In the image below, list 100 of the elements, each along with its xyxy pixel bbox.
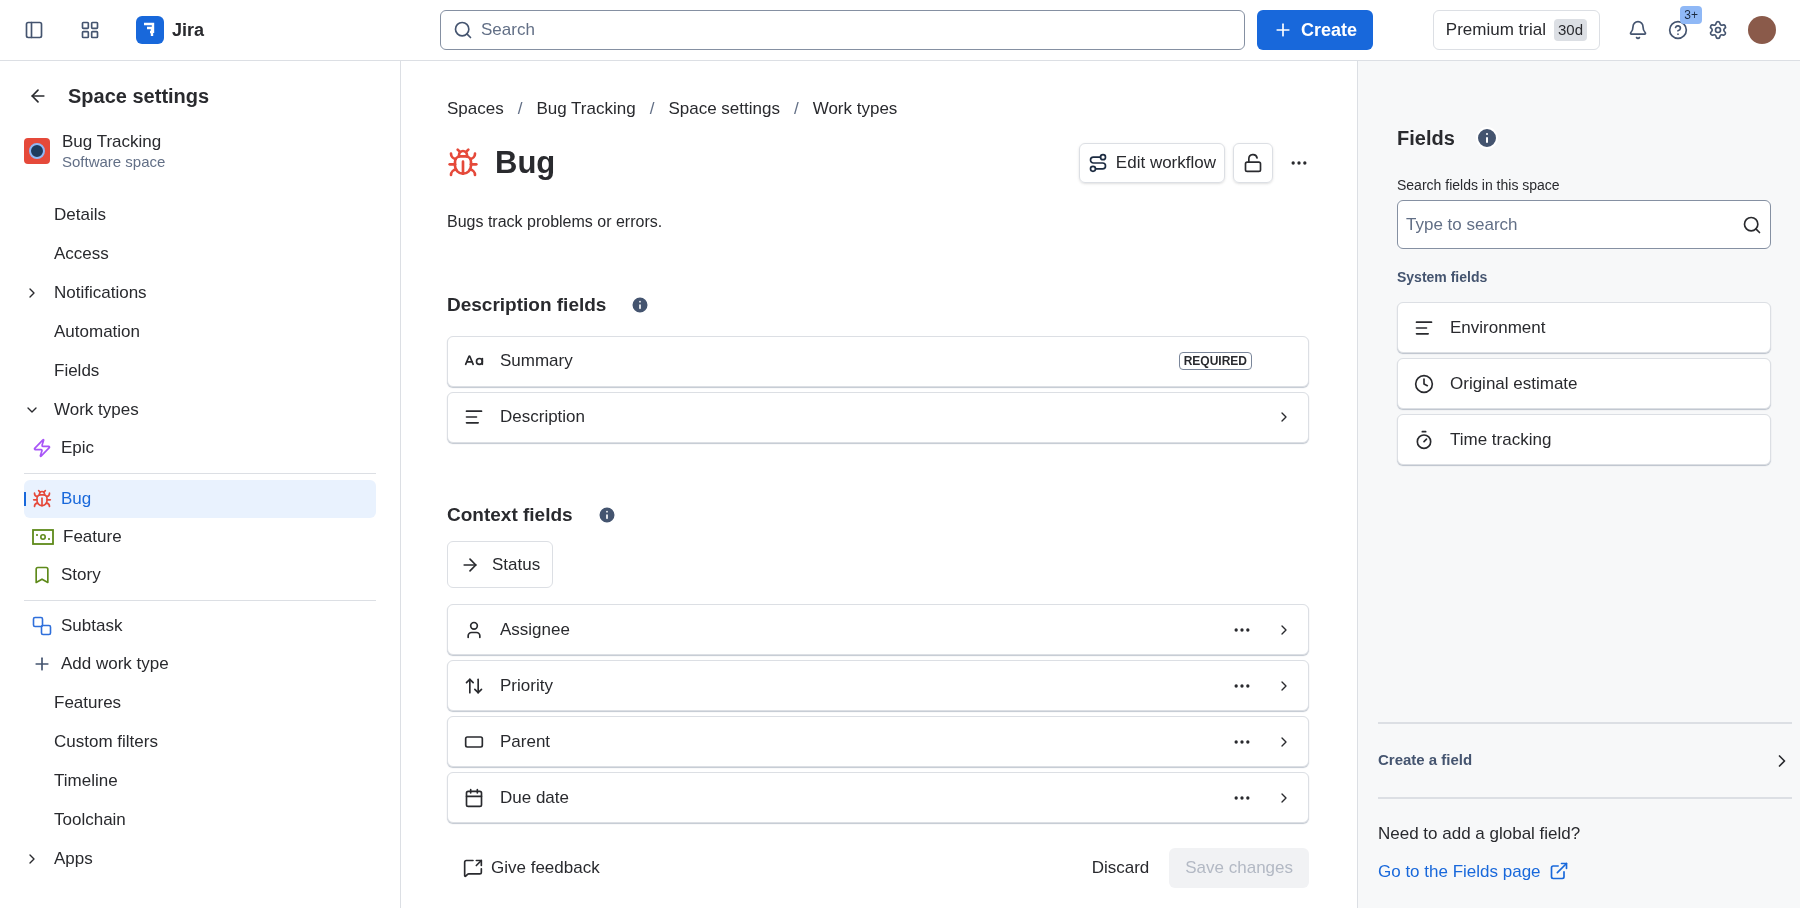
search-bar[interactable]: Search [440, 10, 1245, 50]
nav-item[interactable]: Apps [24, 839, 376, 878]
nav-item[interactable]: Toolchain [24, 800, 376, 839]
field-label: Summary [500, 350, 573, 373]
field-label: Description [500, 406, 586, 429]
create-field-row[interactable]: Create a field [1378, 724, 1792, 797]
section-heading: Context fields [447, 502, 573, 527]
nav-item[interactable]: Features [24, 683, 376, 722]
breadcrumb-link[interactable]: Space settings [668, 96, 780, 122]
breadcrumb-separator: / [649, 98, 655, 120]
avatar[interactable] [1748, 16, 1776, 44]
search-icon [453, 20, 473, 40]
nav-item[interactable]: Automation [24, 312, 376, 351]
search-field[interactable]: Search [481, 17, 1232, 43]
info-icon[interactable] [596, 504, 617, 525]
info-icon[interactable] [1474, 126, 1499, 150]
info-icon[interactable] [630, 295, 651, 316]
work-type-item[interactable]: Bug [24, 480, 376, 518]
field-label: Assignee [500, 618, 570, 641]
field-label: Environment [1450, 316, 1546, 339]
field-label: Due date [500, 786, 569, 809]
breadcrumb-link[interactable]: Work types [812, 96, 898, 122]
feedback-icon[interactable] [463, 858, 483, 878]
help-icon[interactable] [1668, 20, 1688, 40]
breadcrumb-separator: / [793, 98, 799, 120]
status-chip[interactable]: Status [447, 541, 554, 588]
space-logo [24, 138, 50, 164]
work-type-label: Feature [63, 526, 122, 549]
help-badge: 3+ [1680, 6, 1702, 24]
unlocked-padlock-icon [1243, 152, 1263, 173]
search-label: Search fields in this space [1397, 176, 1561, 195]
person-icon [464, 619, 484, 640]
calendar-icon [464, 787, 484, 808]
create-field-label: Create a field [1378, 750, 1473, 771]
product-name[interactable]: Jira [172, 16, 205, 44]
field-search-text-input[interactable]: Type to search [1406, 211, 1742, 238]
nav-item[interactable]: Custom filters [24, 722, 376, 761]
field-label: Time tracking [1450, 428, 1552, 451]
section-heading: Description fields [447, 293, 607, 317]
fields-page-link[interactable]: Go to the Fields page [1378, 858, 1541, 884]
system-field-item[interactable]: Time tracking [1397, 414, 1771, 465]
external-link-icon[interactable] [1548, 861, 1569, 882]
field-label: Original estimate [1450, 372, 1578, 395]
work-type-label: Bug [61, 488, 92, 511]
field-row[interactable]: Description [447, 391, 1309, 443]
premium-trial-button[interactable]: Premium trial 30d [1432, 10, 1600, 50]
sidebar-title: Space settings [68, 84, 210, 109]
field-row[interactable]: Assignee [447, 604, 1309, 655]
field-row[interactable]: Priority [447, 660, 1309, 711]
work-type-item[interactable]: Epic [24, 429, 376, 467]
work-type-description: Bugs track problems or errors. [447, 212, 664, 232]
nav-label: Notifications [54, 281, 147, 304]
space-type: Software space [62, 153, 166, 171]
field-row[interactable]: Summary REQUIRED [447, 335, 1309, 387]
nav-item[interactable]: Details [24, 195, 376, 234]
sidebar-toggle-icon[interactable] [24, 20, 44, 40]
field-label: Priority [500, 674, 553, 697]
jira-logo-icon[interactable] [136, 16, 164, 44]
breadcrumb-link[interactable]: Bug Tracking [536, 96, 636, 122]
section-heading: System fields [1397, 268, 1489, 287]
field-label: Parent [500, 730, 551, 753]
work-type-item[interactable]: Add work type [24, 645, 376, 683]
nav-item[interactable]: Timeline [24, 761, 376, 800]
work-type-item[interactable]: Feature [24, 518, 376, 556]
field-row[interactable]: Due date [447, 772, 1309, 823]
notifications-icon[interactable] [1628, 20, 1648, 40]
nav-label: Features [54, 691, 122, 714]
give-feedback-link[interactable]: Give feedback [491, 855, 600, 881]
nav-label: Automation [54, 320, 140, 343]
search-icon [1742, 214, 1762, 235]
work-type-label: Story [61, 564, 101, 587]
bug-icon [32, 489, 52, 509]
system-field-item[interactable]: Environment [1397, 302, 1771, 353]
nav-item[interactable]: Work types [24, 390, 376, 429]
edit-workflow-button[interactable]: Edit workflow [1078, 142, 1225, 183]
nav-item[interactable]: Fields [24, 351, 376, 390]
clock-icon [1414, 373, 1434, 394]
discard-button[interactable]: Discard [1079, 848, 1162, 888]
nav-item[interactable]: Notifications [24, 273, 376, 312]
feature-icon [32, 529, 54, 545]
stopwatch-icon [1414, 429, 1434, 450]
system-field-item[interactable]: Original estimate [1397, 358, 1771, 409]
lines-icon [464, 407, 484, 427]
breadcrumb-link[interactable]: Spaces [447, 96, 504, 122]
lock-button[interactable] [1233, 142, 1273, 183]
create-button[interactable]: Create [1257, 10, 1374, 50]
nav-label: Custom filters [54, 730, 158, 753]
settings-icon[interactable] [1708, 20, 1728, 40]
work-type-item[interactable]: Subtask [24, 607, 376, 645]
work-type-item[interactable]: Story [24, 556, 376, 594]
app-grid-icon[interactable] [80, 20, 100, 40]
required-tag: REQUIRED [1178, 352, 1252, 370]
nav-item[interactable]: Access [24, 234, 376, 273]
field-row[interactable]: Parent [447, 716, 1309, 767]
field-search-input[interactable]: Type to search [1397, 200, 1771, 249]
space-name[interactable]: Bug Tracking [62, 131, 166, 153]
page-title: Bug [495, 143, 556, 182]
lightning-icon [32, 438, 52, 458]
workflow-icon [1087, 152, 1108, 173]
nav-label: Fields [54, 359, 100, 382]
